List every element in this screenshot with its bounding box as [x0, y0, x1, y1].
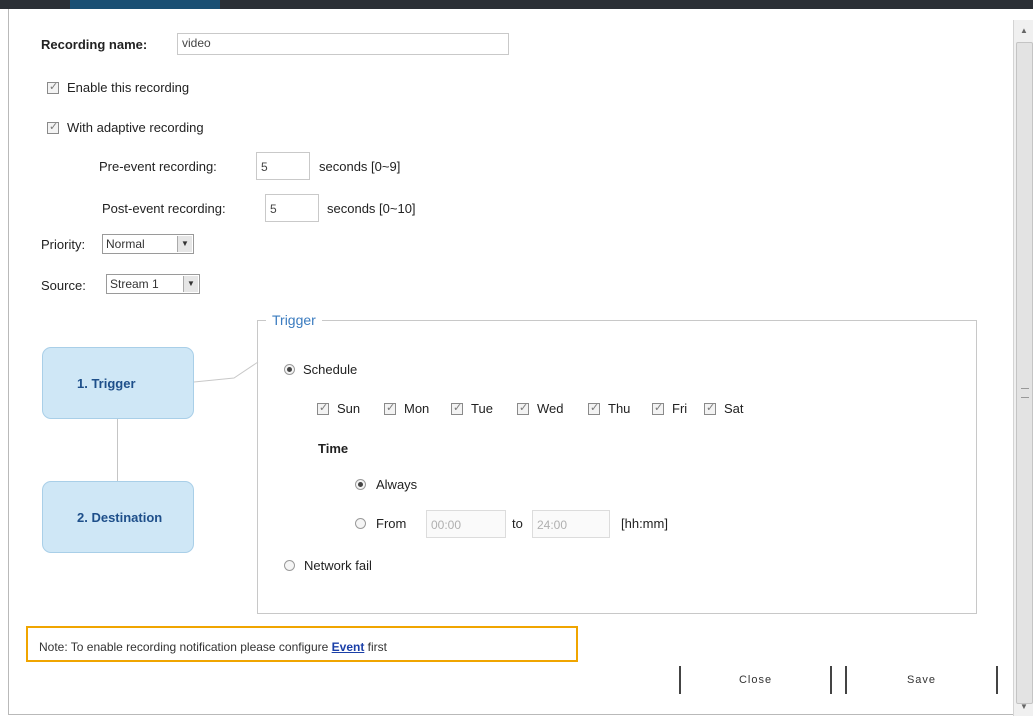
to-label: to: [512, 516, 523, 531]
adaptive-recording-label: With adaptive recording: [67, 120, 204, 135]
note-box: Note: To enable recording notification p…: [26, 626, 578, 662]
recording-name-input[interactable]: video: [177, 33, 509, 55]
pre-event-label: Pre-event recording:: [99, 159, 217, 174]
post-event-input[interactable]: 5: [265, 194, 319, 222]
step-destination[interactable]: 2. Destination: [42, 481, 194, 553]
scrollbar-thumb[interactable]: [1016, 42, 1033, 704]
time-format-hint: [hh:mm]: [621, 516, 668, 531]
step-connector: [117, 419, 118, 481]
chevron-down-icon: ▼: [183, 276, 198, 292]
enable-recording-label: Enable this recording: [67, 80, 190, 95]
enable-recording-checkbox[interactable]: [47, 80, 59, 94]
callout-pointer: [194, 361, 259, 383]
schedule-label: Schedule: [303, 362, 358, 377]
from-label: From: [376, 516, 407, 531]
day-label-mon: Mon: [404, 401, 430, 416]
priority-value: Normal: [106, 237, 145, 251]
day-checkbox-tue[interactable]: [451, 401, 463, 415]
pre-event-input[interactable]: 5: [256, 152, 310, 180]
window-top-bar: [0, 0, 1033, 9]
schedule-radio[interactable]: [284, 364, 295, 375]
network-fail-label: Network fail: [304, 558, 372, 573]
source-select[interactable]: Stream 1 ▼: [106, 274, 200, 294]
scroll-down-arrow-icon[interactable]: ▼: [1014, 700, 1033, 714]
day-checkbox-sat[interactable]: [704, 401, 716, 415]
event-link[interactable]: Event: [332, 640, 365, 654]
day-checkbox-wed[interactable]: [517, 401, 529, 415]
adaptive-recording-checkbox[interactable]: [47, 120, 59, 134]
scroll-up-arrow-icon[interactable]: ▲: [1014, 24, 1033, 38]
day-label-wed: Wed: [537, 401, 564, 416]
network-fail-radio[interactable]: [284, 560, 295, 571]
pre-event-unit: seconds [0~9]: [319, 159, 401, 174]
trigger-legend: Trigger: [266, 312, 322, 328]
step-trigger-label: 1. Trigger: [77, 376, 136, 391]
day-label-sat: Sat: [724, 401, 744, 416]
priority-select[interactable]: Normal ▼: [102, 234, 194, 254]
priority-label: Priority:: [41, 237, 86, 252]
post-event-unit: seconds [0~10]: [327, 201, 416, 216]
note-prefix: Note: To enable recording notification p…: [39, 640, 332, 654]
day-checkbox-sun[interactable]: [317, 401, 329, 415]
to-time-input[interactable]: 24:00: [532, 510, 610, 538]
note-text: Note: To enable recording notification p…: [39, 640, 387, 654]
from-radio[interactable]: [355, 518, 366, 529]
source-value: Stream 1: [110, 277, 159, 291]
source-label: Source:: [41, 278, 86, 293]
recording-name-label: Recording name:: [41, 37, 148, 52]
chevron-down-icon: ▼: [177, 236, 192, 252]
day-checkbox-mon[interactable]: [384, 401, 396, 415]
step-trigger[interactable]: 1. Trigger: [42, 347, 194, 419]
day-label-sun: Sun: [337, 401, 361, 416]
top-bar-accent: [70, 0, 220, 9]
day-checkbox-fri[interactable]: [652, 401, 664, 415]
day-label-tue: Tue: [471, 401, 493, 416]
step-destination-label: 2. Destination: [77, 510, 163, 525]
always-radio[interactable]: [355, 479, 366, 490]
post-event-label: Post-event recording:: [102, 201, 226, 216]
save-button[interactable]: Save: [845, 666, 998, 694]
time-label: Time: [318, 441, 349, 456]
day-checkbox-thu[interactable]: [588, 401, 600, 415]
grip-icon: [1021, 388, 1029, 398]
day-label-fri: Fri: [672, 401, 688, 416]
always-label: Always: [376, 477, 418, 492]
close-button[interactable]: Close: [679, 666, 832, 694]
from-time-input[interactable]: 00:00: [426, 510, 506, 538]
vertical-scrollbar[interactable]: ▲ ▼: [1013, 20, 1033, 716]
day-label-thu: Thu: [608, 401, 631, 416]
note-suffix: first: [364, 640, 387, 654]
